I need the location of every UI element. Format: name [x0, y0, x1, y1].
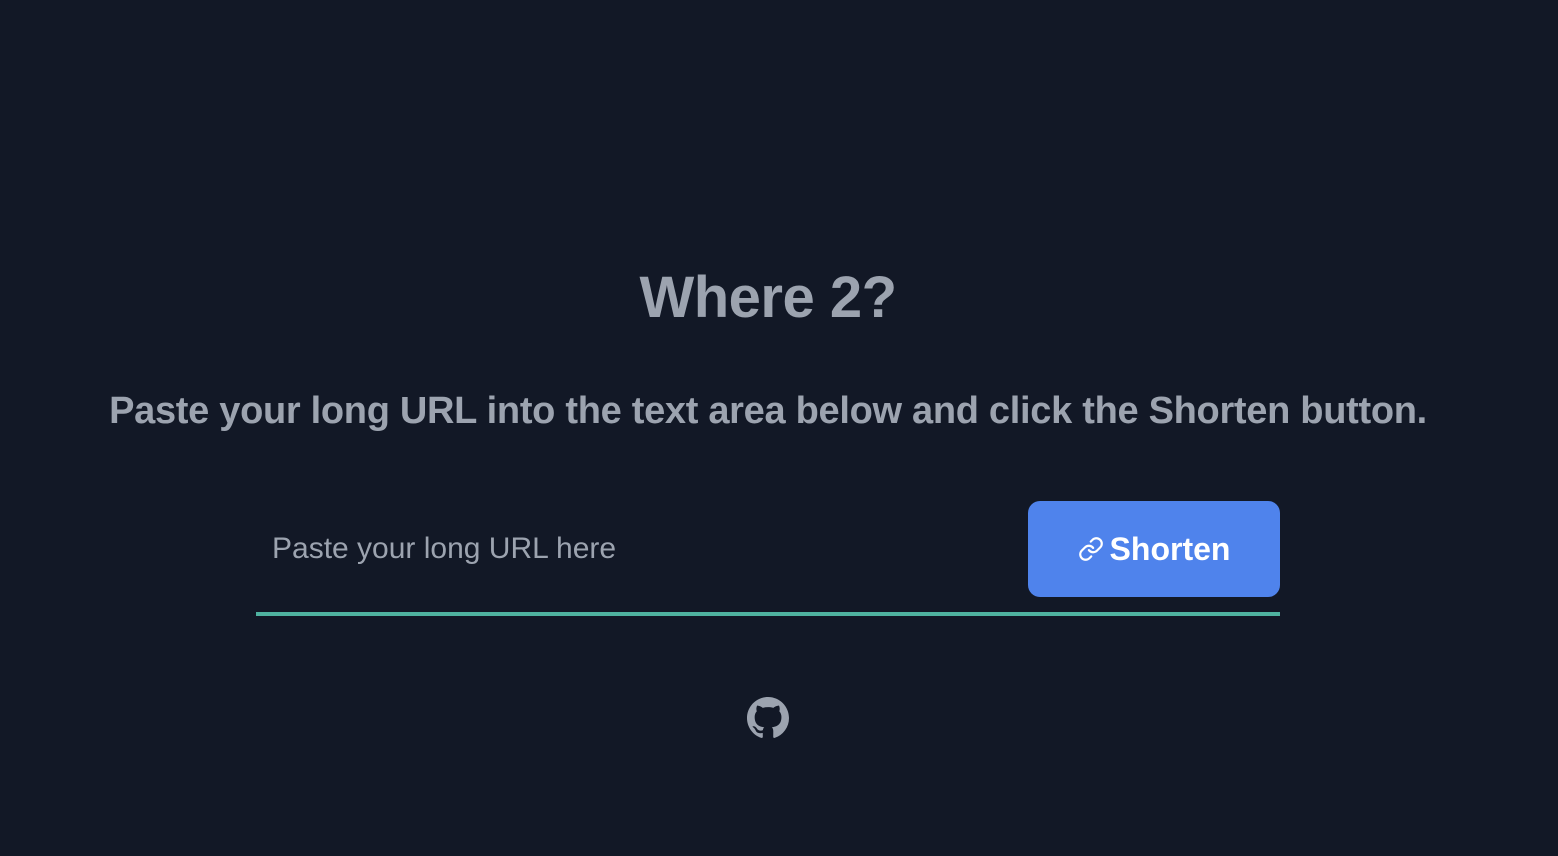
shorten-button-label: Shorten [1109, 530, 1231, 567]
url-input[interactable] [256, 500, 1016, 598]
github-icon [747, 697, 789, 739]
shorten-button[interactable]: Shorten [1028, 501, 1280, 597]
input-underline [256, 612, 1280, 616]
page: Where 2? Paste your long URL into the te… [0, 0, 1558, 856]
page-title: Where 2? [639, 265, 897, 330]
link-icon [1078, 536, 1104, 562]
page-subtitle: Paste your long URL into the text area b… [109, 390, 1427, 432]
shorten-form: Shorten [256, 500, 1280, 617]
github-link[interactable] [746, 696, 790, 740]
